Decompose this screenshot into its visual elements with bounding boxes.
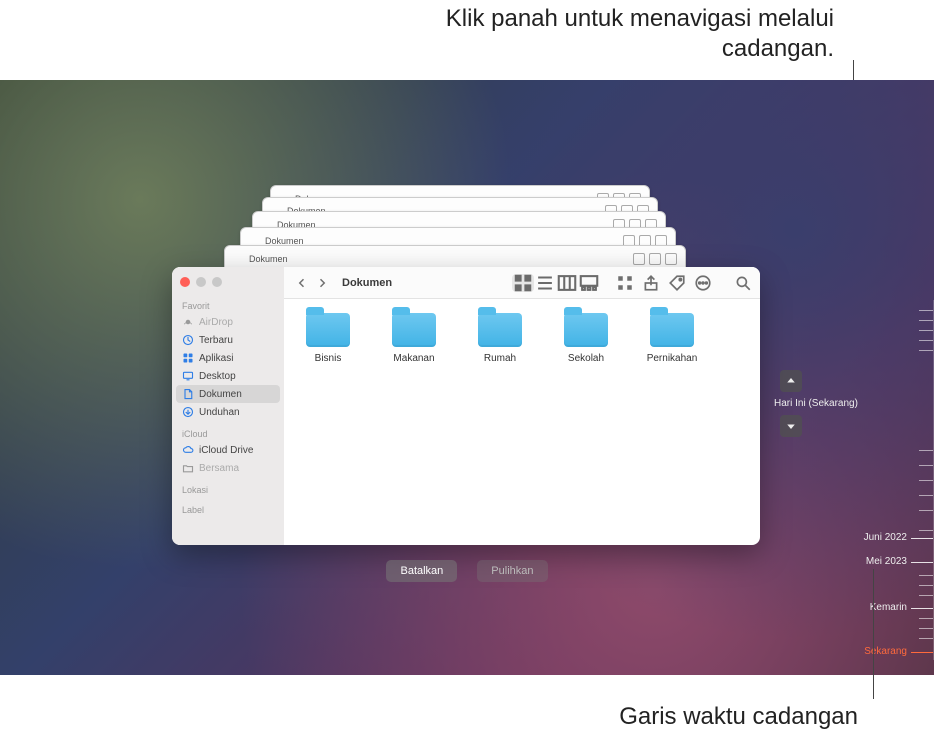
minimize-window-button[interactable] [196, 277, 206, 287]
sidebar-item-label: Terbaru [199, 335, 233, 346]
folder-icon [478, 313, 522, 347]
folder-item[interactable]: Sekolah [554, 313, 618, 364]
shared-folder-icon [182, 462, 194, 474]
window-title: Dokumen [342, 277, 392, 289]
applications-icon [182, 352, 194, 364]
sidebar-item-desktop[interactable]: Desktop [172, 367, 284, 385]
time-machine-actions: Batalkan Pulihkan [0, 560, 934, 582]
finder-main: Dokumen B [284, 267, 760, 545]
annotation-leader-line [873, 569, 874, 699]
annotation-arrows-text: Klik panah untuk menavigasi melalui cada… [446, 5, 834, 62]
folder-icon [564, 313, 608, 347]
backup-previous-button[interactable] [780, 370, 802, 392]
cancel-button[interactable]: Batalkan [386, 560, 457, 582]
timeline-label: Mei 2023 [866, 556, 907, 567]
finder-content: Bisnis Makanan Rumah Sekolah Pernikahan [284, 299, 760, 545]
sidebar-item-airdrop[interactable]: AirDrop [172, 313, 284, 331]
downloads-icon [182, 406, 194, 418]
sidebar-header-lokasi: Lokasi [172, 481, 284, 497]
backup-next-button[interactable] [780, 415, 802, 437]
airdrop-icon [182, 316, 194, 328]
folder-item[interactable]: Makanan [382, 313, 446, 364]
sidebar-item-dokumen[interactable]: Dokumen [176, 385, 280, 403]
sidebar-item-label: Aplikasi [199, 353, 233, 364]
clock-icon [182, 334, 194, 346]
sidebar-header-icloud: iCloud [172, 425, 284, 441]
annotation-arrows: Klik panah untuk menavigasi melalui cada… [334, 4, 834, 64]
view-list-button[interactable] [534, 274, 556, 292]
view-column-button[interactable] [556, 274, 578, 292]
sidebar-item-label: iCloud Drive [199, 445, 253, 456]
folder-icon [392, 313, 436, 347]
view-gallery-button[interactable] [578, 274, 600, 292]
search-button[interactable] [734, 274, 752, 292]
nav-forward-button[interactable] [312, 274, 332, 292]
documents-icon [182, 388, 194, 400]
sidebar-item-bersama[interactable]: Bersama [172, 459, 284, 477]
more-actions-button[interactable] [694, 274, 712, 292]
zoom-window-button[interactable] [212, 277, 222, 287]
folder-item[interactable]: Bisnis [296, 313, 360, 364]
timeline-label-now: Sekarang [864, 646, 907, 657]
sidebar-item-terbaru[interactable]: Terbaru [172, 331, 284, 349]
sidebar-item-label: Dokumen [199, 389, 242, 400]
folder-label: Makanan [393, 353, 434, 364]
backup-timeline[interactable]: Juni 2022 Mei 2023 Kemarin Sekarang [864, 300, 934, 660]
sidebar-header-label: Label [172, 501, 284, 517]
folder-label: Rumah [484, 353, 516, 364]
sidebar-item-unduhan[interactable]: Unduhan [172, 403, 284, 421]
annotation-timeline: Garis waktu cadangan [619, 703, 858, 731]
view-mode-segmented [512, 274, 600, 292]
sidebar-item-label: Desktop [199, 371, 236, 382]
timeline-label: Juni 2022 [864, 532, 907, 543]
close-window-button[interactable] [180, 277, 190, 287]
sidebar-item-label: AirDrop [199, 317, 233, 328]
folder-label: Bisnis [315, 353, 342, 364]
cloud-icon [182, 444, 194, 456]
window-traffic-lights [172, 273, 284, 295]
sidebar-item-aplikasi[interactable]: Aplikasi [172, 349, 284, 367]
sidebar-header-favorit: Favorit [172, 297, 284, 313]
finder-sidebar: Favorit AirDrop Terbaru Aplikasi Desktop [172, 267, 284, 545]
finder-window: Favorit AirDrop Terbaru Aplikasi Desktop [172, 267, 760, 545]
folder-icon [306, 313, 350, 347]
timeline-label: Kemarin [870, 602, 907, 613]
annotation-timeline-text: Garis waktu cadangan [619, 703, 858, 730]
desktop-icon [182, 370, 194, 382]
folder-item[interactable]: Pernikahan [640, 313, 704, 364]
sidebar-item-label: Unduhan [199, 407, 240, 418]
restore-button[interactable]: Pulihkan [477, 560, 547, 582]
folder-item[interactable]: Rumah [468, 313, 532, 364]
nav-back-button[interactable] [292, 274, 312, 292]
folder-label: Sekolah [568, 353, 604, 364]
finder-toolbar: Dokumen [284, 267, 760, 299]
folder-label: Pernikahan [647, 353, 698, 364]
share-button[interactable] [642, 274, 660, 292]
sidebar-item-icloud-drive[interactable]: iCloud Drive [172, 441, 284, 459]
view-icon-button[interactable] [512, 274, 534, 292]
sidebar-item-label: Bersama [199, 463, 239, 474]
group-by-button[interactable] [616, 274, 634, 292]
folder-icon [650, 313, 694, 347]
tags-button[interactable] [668, 274, 686, 292]
